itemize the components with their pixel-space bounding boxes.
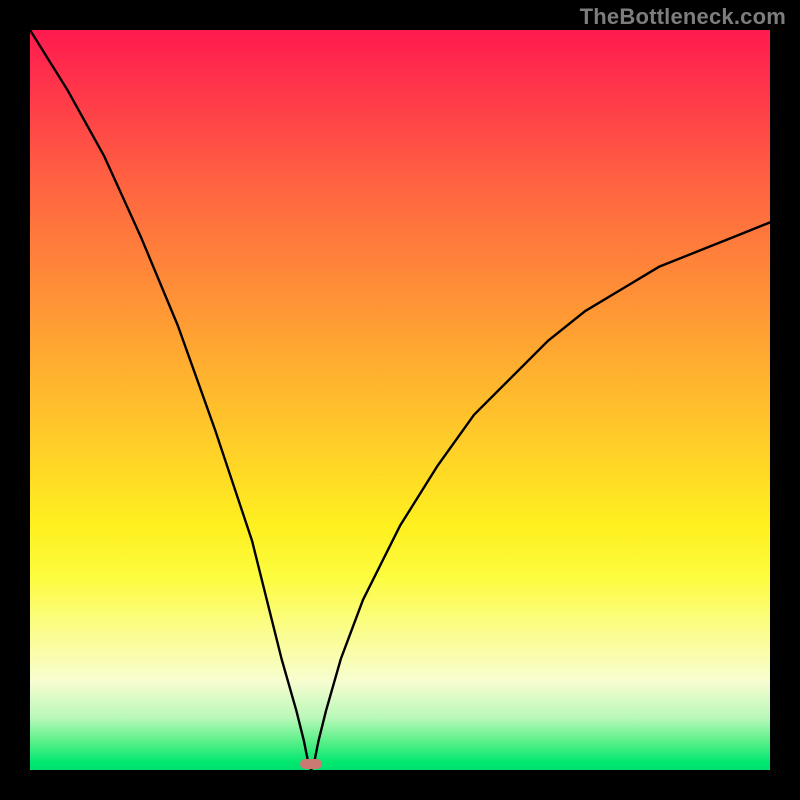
watermark-text: TheBottleneck.com — [580, 4, 786, 30]
minimum-marker — [300, 759, 322, 769]
chart-frame: TheBottleneck.com — [0, 0, 800, 800]
plot-area — [30, 30, 770, 770]
bottleneck-curve — [30, 30, 770, 770]
